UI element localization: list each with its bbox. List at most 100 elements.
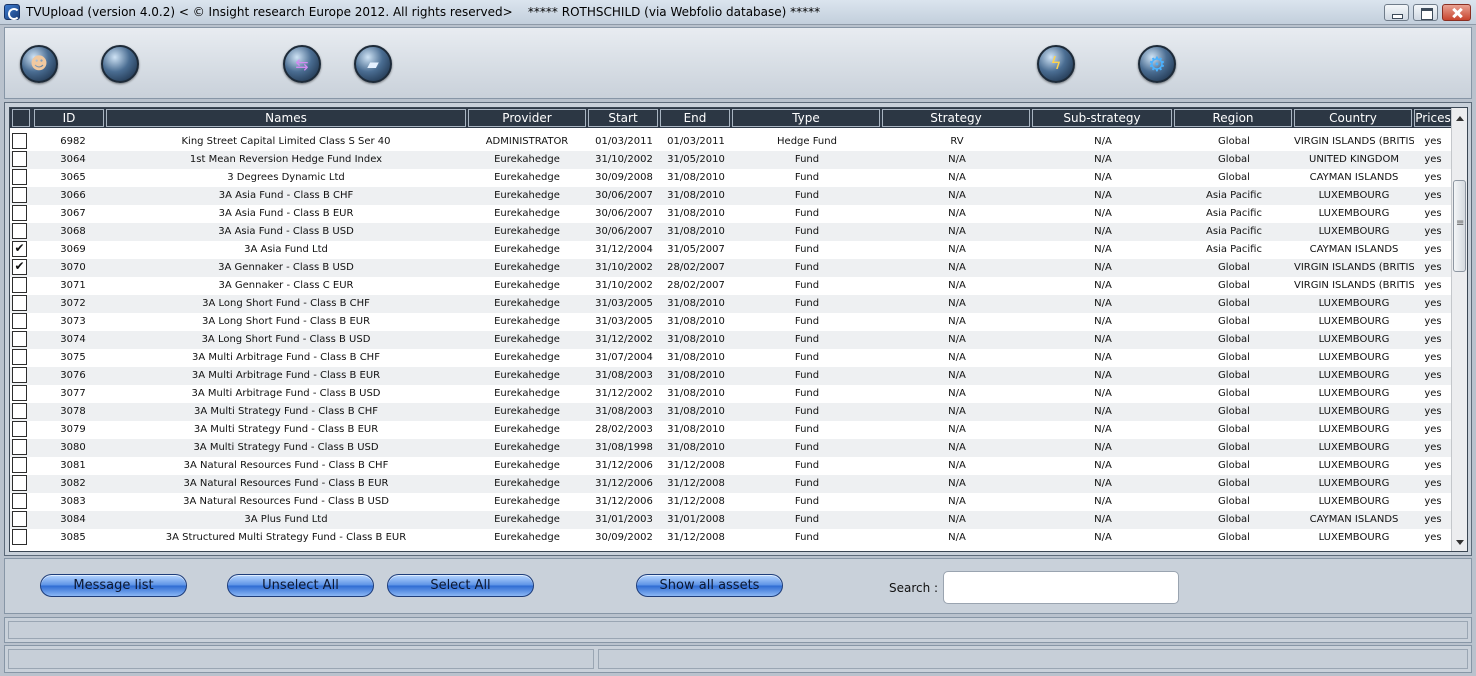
row-checkbox[interactable]: [12, 385, 27, 401]
row-checkbox[interactable]: [12, 457, 27, 473]
cell-start: 31/12/2006: [595, 478, 653, 489]
header-region[interactable]: Region: [1174, 109, 1292, 127]
header-type[interactable]: Type: [732, 109, 880, 127]
table-row[interactable]: 3079 3A Multi Strategy Fund - Class B EUR…: [10, 421, 1452, 439]
gear-icon[interactable]: ⚙: [1138, 45, 1176, 83]
header-names[interactable]: Names: [106, 109, 466, 127]
cell-region: Asia Pacific: [1206, 208, 1262, 219]
scroll-down-icon[interactable]: [1456, 540, 1464, 545]
close-button[interactable]: [1442, 4, 1471, 21]
cell-name: 3A Asia Fund - Class B EUR: [218, 208, 354, 219]
row-checkbox[interactable]: [12, 529, 27, 545]
table-row[interactable]: 3068 3A Asia Fund - Class B USD Eurekahedg…: [10, 223, 1452, 241]
table-row[interactable]: 3065 3 Degrees Dynamic Ltd Eurekahedge 30/0…: [10, 169, 1452, 187]
cell-id: 3065: [60, 172, 86, 183]
cell-prices: yes: [1424, 136, 1442, 147]
table-row[interactable]: 3082 3A Natural Resources Fund - Class B …: [10, 475, 1452, 493]
cell-start: 31/08/2003: [595, 406, 653, 417]
select-all-button[interactable]: Select All: [387, 574, 534, 597]
table-row[interactable]: 3085 3A Structured Multi Strategy Fund - …: [10, 529, 1452, 547]
book-icon[interactable]: ▰: [354, 45, 392, 83]
row-checkbox[interactable]: [12, 367, 27, 383]
search-label: Search :: [889, 581, 939, 595]
header-provider[interactable]: Provider: [468, 109, 586, 127]
table-row[interactable]: 3075 3A Multi Arbitrage Fund - Class B CH…: [10, 349, 1452, 367]
cell-region: Asia Pacific: [1206, 226, 1262, 237]
row-checkbox[interactable]: [12, 223, 27, 239]
row-checkbox[interactable]: [12, 475, 27, 491]
cell-end: 31/08/2010: [667, 208, 725, 219]
scroll-up-icon[interactable]: [1456, 116, 1464, 121]
table-row[interactable]: 3084 3A Plus Fund Ltd Eurekahedge 31/01/200…: [10, 511, 1452, 529]
cell-end: 28/02/2007: [667, 280, 725, 291]
cell-end: 28/02/2007: [667, 262, 725, 273]
user-icon[interactable]: ☻: [20, 45, 58, 83]
grid-icon[interactable]: [101, 45, 139, 83]
cell-strategy: N/A: [948, 388, 966, 399]
vertical-scrollbar[interactable]: [1451, 108, 1467, 551]
sync-icon[interactable]: ⇆: [283, 45, 321, 83]
table-row[interactable]: 3072 3A Long Short Fund - Class B CHF Eure…: [10, 295, 1452, 313]
table-row[interactable]: 3083 3A Natural Resources Fund - Class B …: [10, 493, 1452, 511]
cell-region: Global: [1218, 388, 1250, 399]
row-checkbox[interactable]: [12, 313, 27, 329]
cell-provider: Eurekahedge: [494, 370, 560, 381]
search-input[interactable]: [943, 571, 1179, 604]
header-end[interactable]: End: [660, 109, 730, 127]
row-checkbox[interactable]: [12, 277, 27, 293]
row-checkbox[interactable]: [12, 403, 27, 419]
table-row[interactable]: 3080 3A Multi Strategy Fund - Class B USD…: [10, 439, 1452, 457]
table-row[interactable]: 3064 1st Mean Reversion Hedge Fund Index E…: [10, 151, 1452, 169]
row-checkbox[interactable]: ✔: [12, 259, 27, 275]
row-checkbox[interactable]: ✔: [12, 241, 27, 257]
cell-substrategy: N/A: [1094, 208, 1112, 219]
bolt-icon[interactable]: ϟ: [1037, 45, 1075, 83]
row-checkbox[interactable]: [12, 349, 27, 365]
table-row[interactable]: 3078 3A Multi Strategy Fund - Class B CHF…: [10, 403, 1452, 421]
cell-type: Fund: [794, 388, 820, 399]
header-prices[interactable]: Prices: [1414, 109, 1452, 127]
table-row[interactable]: 3071 3A Gennaker - Class C EUR Eurekahedge…: [10, 277, 1452, 295]
table-row[interactable]: 3077 3A Multi Arbitrage Fund - Class B US…: [10, 385, 1452, 403]
unselect-all-button[interactable]: Unselect All: [227, 574, 374, 597]
header-strategy[interactable]: Strategy: [882, 109, 1030, 127]
cell-strategy: RV: [950, 136, 964, 147]
row-checkbox[interactable]: [12, 205, 27, 221]
row-checkbox[interactable]: [12, 493, 27, 509]
cell-substrategy: N/A: [1094, 172, 1112, 183]
cell-country: CAYMAN ISLANDS: [1309, 172, 1399, 183]
table-row[interactable]: 3076 3A Multi Arbitrage Fund - Class B EU…: [10, 367, 1452, 385]
row-checkbox[interactable]: [12, 421, 27, 437]
table-row[interactable]: 6982 King Street Capital Limited Class S …: [10, 133, 1452, 151]
row-checkbox[interactable]: [12, 439, 27, 455]
table-row[interactable]: 3066 3A Asia Fund - Class B CHF Eurekahedg…: [10, 187, 1452, 205]
table-row[interactable]: ✔ 3070 3A Gennaker - Class B USD Eurekahedg…: [10, 259, 1452, 277]
scroll-thumb[interactable]: [1453, 180, 1466, 272]
header-id[interactable]: ID: [34, 109, 104, 127]
row-checkbox[interactable]: [12, 151, 27, 167]
table-row[interactable]: 3073 3A Long Short Fund - Class B EUR Eure…: [10, 313, 1452, 331]
row-checkbox[interactable]: [12, 169, 27, 185]
table-row[interactable]: 3067 3A Asia Fund - Class B EUR Eurekahedg…: [10, 205, 1452, 223]
table-row[interactable]: ✔ 3069 3A Asia Fund Ltd Eurekahedge 31/12/20…: [10, 241, 1452, 259]
show-all-assets-button[interactable]: Show all assets: [636, 574, 783, 597]
header-start[interactable]: Start: [588, 109, 658, 127]
table-row[interactable]: 3074 3A Long Short Fund - Class B USD Eure…: [10, 331, 1452, 349]
cell-strategy: N/A: [948, 460, 966, 471]
cell-type: Fund: [794, 424, 820, 435]
row-checkbox[interactable]: [12, 295, 27, 311]
cell-type: Fund: [794, 244, 820, 255]
cell-type: Fund: [794, 226, 820, 237]
message-list-button[interactable]: Message list: [40, 574, 187, 597]
header-substrategy[interactable]: Sub-strategy: [1032, 109, 1172, 127]
maximize-button[interactable]: [1413, 4, 1438, 21]
row-checkbox[interactable]: [12, 511, 27, 527]
minimize-button[interactable]: [1384, 4, 1409, 21]
cell-strategy: N/A: [948, 190, 966, 201]
row-checkbox[interactable]: [12, 331, 27, 347]
row-checkbox[interactable]: [12, 133, 27, 149]
row-checkbox[interactable]: [12, 187, 27, 203]
header-select[interactable]: [12, 109, 30, 127]
table-row[interactable]: 3081 3A Natural Resources Fund - Class B …: [10, 457, 1452, 475]
header-country[interactable]: Country: [1294, 109, 1412, 127]
